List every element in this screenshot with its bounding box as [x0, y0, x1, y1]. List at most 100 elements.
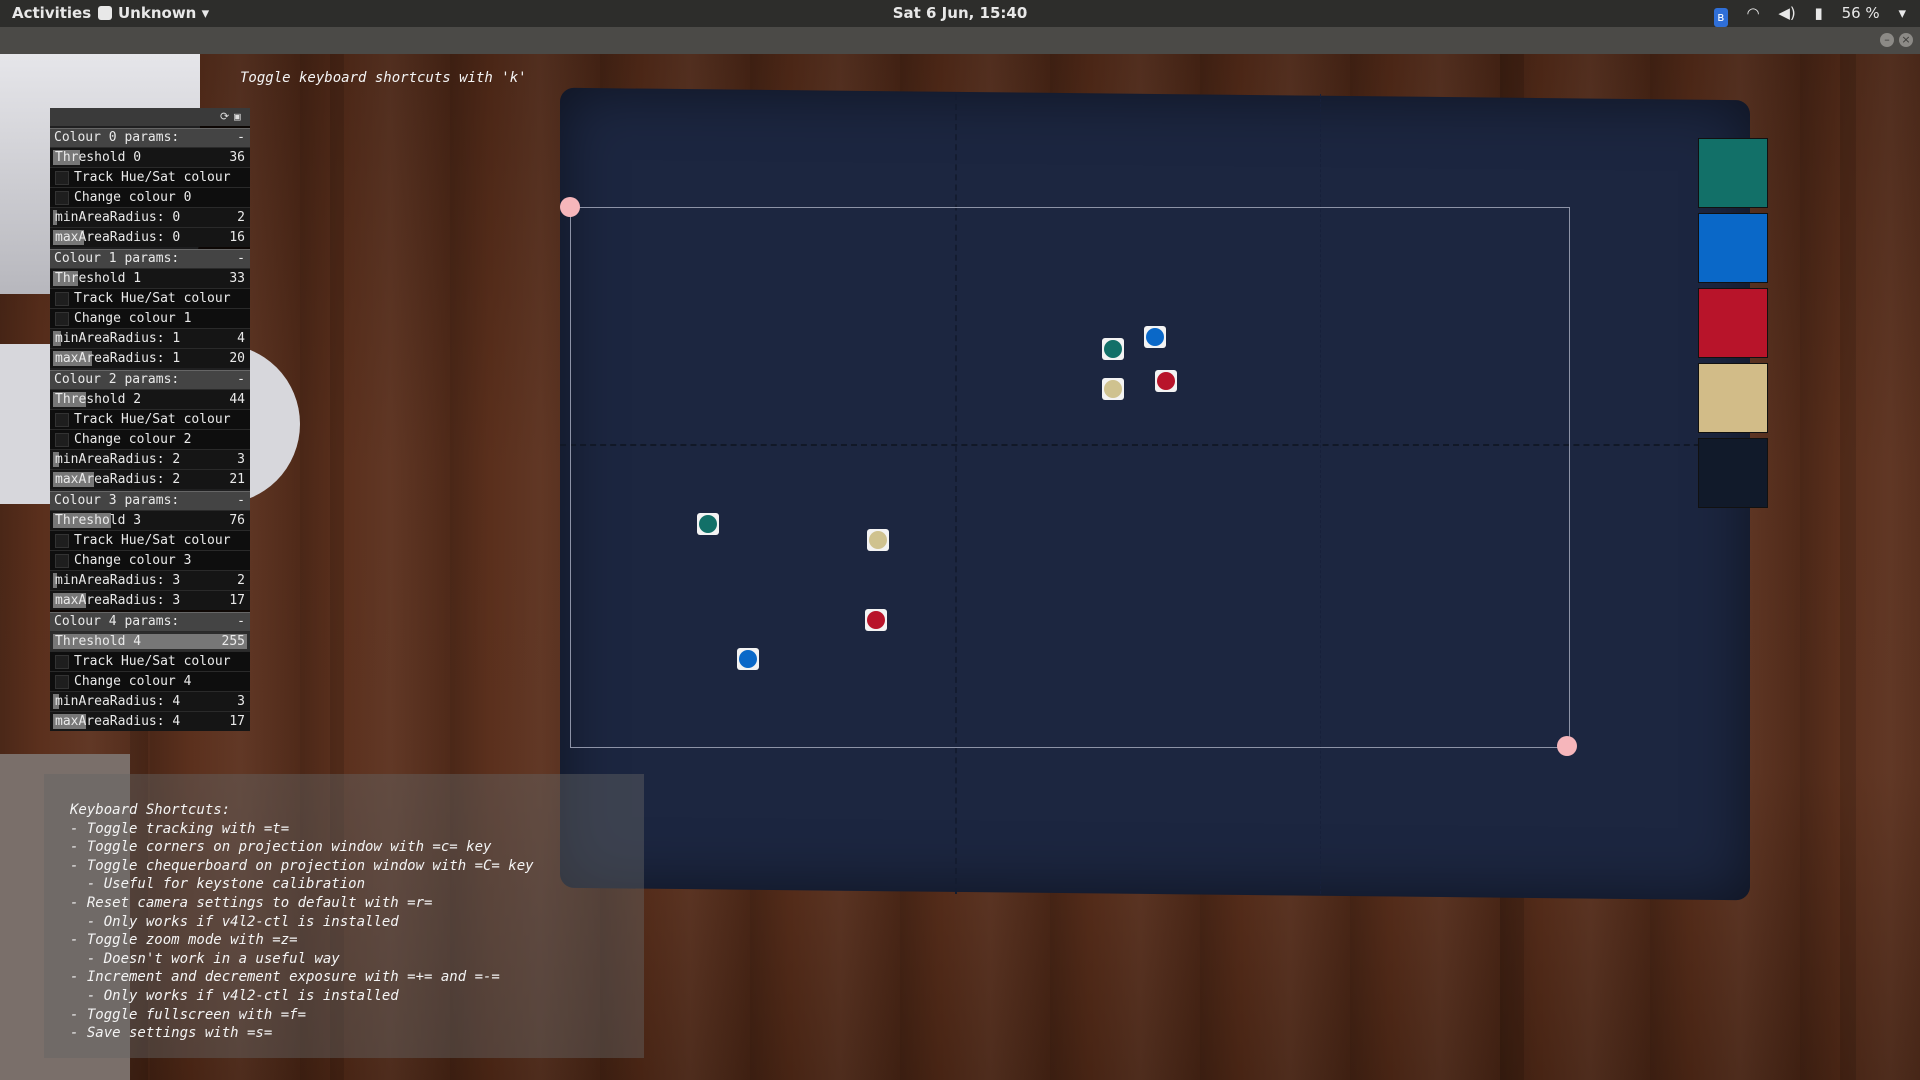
threshold-slider[interactable]: Threshold 0 36	[50, 147, 250, 167]
minimize-button[interactable]: –	[1880, 33, 1894, 47]
threshold-slider[interactable]: Threshold 4 255	[50, 631, 250, 651]
toggle-label: Track Hue/Sat colour	[74, 291, 231, 306]
save-icon[interactable]: ▣	[234, 110, 241, 123]
param-group-header[interactable]: Colour 0 params: -	[50, 128, 250, 147]
marker-dot	[1157, 372, 1175, 390]
slider-label: Threshold 1	[55, 271, 142, 286]
clock[interactable]: Sat 6 Jun, 15:40	[0, 4, 1920, 22]
tracked-marker	[1102, 378, 1124, 400]
colour-swatch-4[interactable]	[1698, 438, 1768, 508]
window-title-bar: – ×	[0, 27, 1920, 54]
system-tray[interactable]: ʙ ◠ ◀) ▮ 56 % ▾	[1700, 4, 1906, 27]
collapse-icon[interactable]: -	[237, 371, 245, 389]
shortcut-line: - Toggle zoom mode with =z=	[70, 932, 298, 949]
checkbox[interactable]	[55, 292, 69, 306]
param-group-title: Colour 1 params:	[54, 251, 180, 266]
slider-value: 255	[221, 634, 245, 649]
slider-value: 4	[237, 331, 245, 346]
param-group-header[interactable]: Colour 4 params: -	[50, 612, 250, 631]
tracked-marker	[1144, 326, 1166, 348]
bluetooth-icon[interactable]: ʙ	[1713, 8, 1728, 27]
colour-swatch-1[interactable]	[1698, 213, 1768, 283]
track-hue-sat-toggle[interactable]: Track Hue/Sat colour	[50, 288, 250, 308]
max-area-radius-slider[interactable]: maxAreaRadius: 4 17	[50, 711, 250, 731]
param-group-header[interactable]: Colour 1 params: -	[50, 249, 250, 268]
slider-value: 76	[229, 513, 245, 528]
marker-dot	[867, 611, 885, 629]
slider-value: 44	[229, 392, 245, 407]
collapse-icon[interactable]: -	[237, 250, 245, 268]
min-area-radius-slider[interactable]: minAreaRadius: 4 3	[50, 691, 250, 711]
collapse-icon[interactable]: -	[237, 492, 245, 510]
checkbox[interactable]	[55, 191, 69, 205]
shortcut-line: - Only works if v4l2-ctl is installed	[70, 988, 399, 1004]
volume-icon: ◀)	[1778, 4, 1796, 22]
tracked-marker	[865, 609, 887, 631]
threshold-slider[interactable]: Threshold 3 76	[50, 510, 250, 530]
checkbox[interactable]	[55, 675, 69, 689]
marker-dot	[699, 515, 717, 533]
threshold-slider[interactable]: Threshold 2 44	[50, 389, 250, 409]
toggle-label: Track Hue/Sat colour	[74, 654, 231, 669]
slider-value: 3	[237, 694, 245, 709]
calibration-corner-handle[interactable]	[560, 197, 580, 217]
param-group-header[interactable]: Colour 2 params: -	[50, 370, 250, 389]
slider-value: 20	[229, 351, 245, 366]
checkbox[interactable]	[55, 554, 69, 568]
max-area-radius-slider[interactable]: maxAreaRadius: 0 16	[50, 227, 250, 247]
param-group-header[interactable]: Colour 3 params: -	[50, 491, 250, 510]
max-area-radius-slider[interactable]: maxAreaRadius: 2 21	[50, 469, 250, 489]
min-area-radius-slider[interactable]: minAreaRadius: 1 4	[50, 328, 250, 348]
track-hue-sat-toggle[interactable]: Track Hue/Sat colour	[50, 167, 250, 187]
change-colour-toggle[interactable]: Change colour 4	[50, 671, 250, 691]
colour-swatch-2[interactable]	[1698, 288, 1768, 358]
track-hue-sat-toggle[interactable]: Track Hue/Sat colour	[50, 409, 250, 429]
shortcut-line: - Toggle corners on projection window wi…	[70, 839, 492, 856]
change-colour-toggle[interactable]: Change colour 3	[50, 550, 250, 570]
shortcut-line: - Save settings with =s=	[70, 1025, 273, 1042]
battery-icon: ▮	[1814, 4, 1823, 22]
colour-swatch-0[interactable]	[1698, 138, 1768, 208]
checkbox[interactable]	[55, 312, 69, 326]
panel-header[interactable]: ⟳ ▣	[50, 108, 250, 126]
change-colour-toggle[interactable]: Change colour 1	[50, 308, 250, 328]
close-button[interactable]: ×	[1899, 33, 1913, 47]
slider-value: 17	[229, 714, 245, 729]
track-hue-sat-toggle[interactable]: Track Hue/Sat colour	[50, 651, 250, 671]
camera-view: Toggle keyboard shortcuts with 'k' ⟳ ▣ C…	[0, 54, 1920, 1080]
slider-value: 16	[229, 230, 245, 245]
tracked-marker	[697, 513, 719, 535]
params-panel: ⟳ ▣ Colour 0 params: - Threshold 0 36 Track …	[50, 108, 250, 731]
max-area-radius-slider[interactable]: maxAreaRadius: 1 20	[50, 348, 250, 368]
checkbox[interactable]	[55, 413, 69, 427]
checkbox[interactable]	[55, 655, 69, 669]
checkbox[interactable]	[55, 534, 69, 548]
min-area-radius-slider[interactable]: minAreaRadius: 0 2	[50, 207, 250, 227]
change-colour-toggle[interactable]: Change colour 0	[50, 187, 250, 207]
marker-dot	[1104, 340, 1122, 358]
max-area-radius-slider[interactable]: maxAreaRadius: 3 17	[50, 590, 250, 610]
threshold-slider[interactable]: Threshold 1 33	[50, 268, 250, 288]
collapse-icon[interactable]: -	[237, 613, 245, 631]
min-area-radius-slider[interactable]: minAreaRadius: 2 3	[50, 449, 250, 469]
toggle-label: Track Hue/Sat colour	[74, 412, 231, 427]
shortcut-line: - Toggle fullscreen with =f=	[70, 1006, 307, 1023]
top-bar: Activities Unknown ▾ Sat 6 Jun, 15:40 ʙ …	[0, 0, 1920, 27]
min-area-radius-slider[interactable]: minAreaRadius: 3 2	[50, 570, 250, 590]
checkbox[interactable]	[55, 433, 69, 447]
slider-value: 36	[229, 150, 245, 165]
slider-label: minAreaRadius: 2	[55, 452, 181, 467]
calibration-rectangle	[570, 207, 1570, 748]
slider-value: 2	[237, 573, 245, 588]
checkbox[interactable]	[55, 171, 69, 185]
slider-label: maxAreaRadius: 3	[55, 593, 181, 608]
track-hue-sat-toggle[interactable]: Track Hue/Sat colour	[50, 530, 250, 550]
calibration-corner-handle[interactable]	[1557, 736, 1577, 756]
slider-label: minAreaRadius: 4	[55, 694, 181, 709]
colour-swatch-3[interactable]	[1698, 363, 1768, 433]
change-colour-toggle[interactable]: Change colour 2	[50, 429, 250, 449]
param-group-title: Colour 3 params:	[54, 493, 180, 508]
collapse-icon[interactable]: -	[237, 129, 245, 147]
reset-icon[interactable]: ⟳	[220, 110, 229, 123]
shortcut-line: - Increment and decrement exposure with …	[70, 969, 500, 986]
